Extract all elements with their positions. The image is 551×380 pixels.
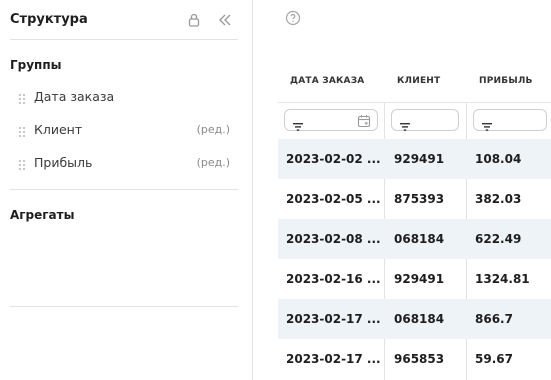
drag-handle-icon[interactable]	[18, 90, 26, 104]
structure-panel: Структура Группы Дата заказа Клиент (ред…	[0, 0, 253, 380]
order-date-cell: 2023-02-02 ...	[286, 152, 381, 166]
group-item-client[interactable]: Клиент (ред.)	[10, 119, 238, 141]
column-header-profit[interactable]: ПРИБЫЛЬ	[479, 76, 533, 86]
table-row[interactable]: 2023-02-08 ... 068184 622.49	[278, 219, 551, 259]
table-row[interactable]: 2023-02-17 ... 068184 866.7	[278, 299, 551, 339]
edit-link[interactable]: (ред.)	[197, 156, 230, 169]
group-item-label: Дата заказа	[34, 89, 115, 104]
order-date-cell: 2023-02-16 ...	[286, 272, 381, 286]
drag-handle-icon[interactable]	[18, 123, 26, 137]
profit-cell: 382.03	[475, 192, 522, 206]
section-divider	[10, 306, 238, 307]
order-date-filter-input[interactable]	[284, 109, 378, 131]
group-item-label: Клиент	[34, 122, 83, 137]
profit-filter-input[interactable]	[473, 109, 547, 131]
table-row[interactable]: 2023-02-02 ... 929491 108.04	[278, 139, 551, 179]
profit-cell: 1324.81	[475, 272, 530, 286]
order-date-cell: 2023-02-05 ...	[286, 192, 381, 206]
group-item-order-date[interactable]: Дата заказа	[10, 86, 238, 108]
order-date-cell: 2023-02-08 ...	[286, 232, 381, 246]
filter-icon	[293, 116, 303, 131]
client-cell: 929491	[394, 272, 445, 286]
table-header-row: ДАТА ЗАКАЗА КЛИЕНТ ПРИБЫЛЬ	[278, 62, 551, 103]
edit-link[interactable]: (ред.)	[197, 123, 230, 136]
column-header-client[interactable]: КЛИЕНТ	[397, 76, 440, 86]
client-filter-input[interactable]	[391, 109, 459, 131]
filter-icon	[400, 116, 410, 131]
collapse-left-icon[interactable]	[217, 12, 233, 28]
table-row[interactable]: 2023-02-16 ... 929491 1324.81	[278, 259, 551, 299]
table-row[interactable]: 2023-02-17 ... 965853 59.67	[278, 339, 551, 379]
group-item-profit[interactable]: Прибыль (ред.)	[10, 152, 238, 174]
profit-cell: 59.67	[475, 352, 513, 366]
client-cell: 875393	[394, 192, 445, 206]
lock-icon[interactable]	[186, 12, 202, 28]
order-date-cell: 2023-02-17 ...	[286, 312, 381, 326]
client-cell: 068184	[394, 232, 445, 246]
calendar-icon[interactable]	[357, 113, 371, 128]
client-cell: 929491	[394, 152, 445, 166]
profit-cell: 866.7	[475, 312, 513, 326]
table-body: 2023-02-02 ... 929491 108.04 2023-02-05 …	[278, 139, 551, 379]
column-header-order-date[interactable]: ДАТА ЗАКАЗА	[290, 76, 364, 86]
drag-handle-icon[interactable]	[18, 156, 26, 170]
client-cell: 068184	[394, 312, 445, 326]
filter-icon	[482, 116, 492, 131]
help-icon[interactable]	[285, 10, 301, 26]
app-root: Структура Группы Дата заказа Клиент (ред…	[0, 0, 551, 380]
table-row[interactable]: 2023-02-05 ... 875393 382.03	[278, 179, 551, 219]
groups-section-title: Группы	[10, 58, 62, 72]
group-item-label: Прибыль	[34, 155, 93, 170]
profit-cell: 622.49	[475, 232, 522, 246]
profit-cell: 108.04	[475, 152, 522, 166]
order-date-cell: 2023-02-17 ...	[286, 352, 381, 366]
section-divider	[10, 189, 238, 190]
panel-title: Структура	[10, 12, 88, 27]
client-cell: 965853	[394, 352, 445, 366]
data-table: ДАТА ЗАКАЗА КЛИЕНТ ПРИБЫЛЬ 2023-02-02 ..…	[278, 62, 551, 379]
structure-panel-header: Структура	[10, 0, 238, 40]
filter-row	[278, 103, 551, 139]
aggregates-section-title: Агрегаты	[10, 208, 75, 222]
